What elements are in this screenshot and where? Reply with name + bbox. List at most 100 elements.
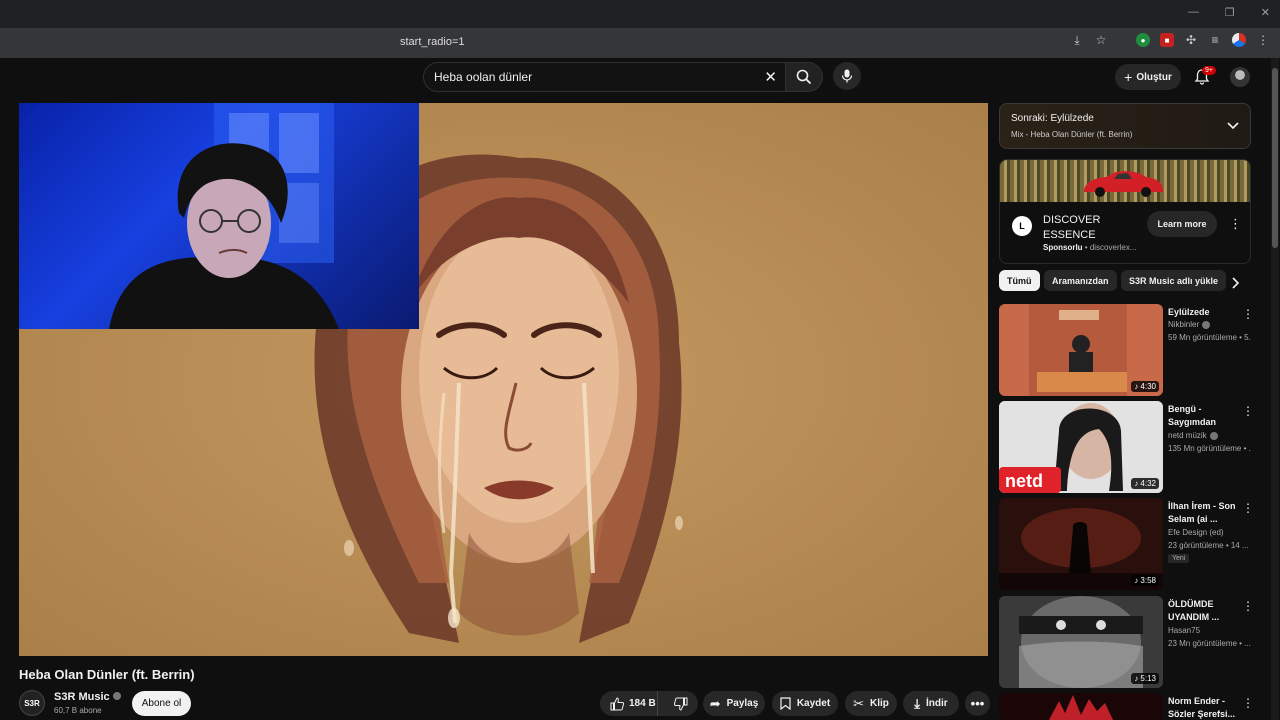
- rec-meta: 135 Mn görüntüleme • ...: [1168, 444, 1251, 453]
- chip-channel-uploads[interactable]: S3R Music adlı yükle: [1121, 270, 1227, 291]
- chevron-right-icon[interactable]: [1226, 274, 1244, 292]
- up-next-title: Sonraki: Eylülzede: [1011, 113, 1094, 124]
- duration-badge: ♪ 4:32: [1131, 478, 1159, 489]
- video-thumbnail[interactable]: ♪ 3:58: [999, 498, 1163, 590]
- search-button[interactable]: [785, 62, 823, 92]
- rec-channel-name[interactable]: Hasan75: [1168, 626, 1200, 635]
- recommendation-item[interactable]: Norm Ender - Sözler Şerefsi... ⋮: [999, 693, 1251, 720]
- video-thumbnail[interactable]: ♪ 5:13: [999, 596, 1163, 688]
- extensions-puzzle-icon[interactable]: ✣: [1184, 33, 1198, 47]
- chip-all[interactable]: Tümü: [999, 270, 1040, 291]
- more-actions-button[interactable]: •••: [965, 691, 990, 716]
- search-query[interactable]: Heba oolan dünler: [434, 70, 532, 84]
- create-label: Oluştur: [1136, 71, 1172, 83]
- download-label: İndir: [926, 698, 948, 709]
- chrome-menu-icon[interactable]: ⋮: [1256, 33, 1270, 47]
- save-label: Kaydet: [796, 698, 831, 709]
- rec-channel-name[interactable]: Nikbinler: [1168, 320, 1199, 329]
- page-scrollbar[interactable]: [1271, 58, 1279, 720]
- rec-menu-icon[interactable]: ⋮: [1242, 697, 1251, 709]
- install-app-icon[interactable]: ⤓: [1070, 33, 1084, 47]
- channel-name[interactable]: S3R Music: [54, 691, 121, 703]
- new-badge: Yeni: [1168, 554, 1190, 563]
- save-button[interactable]: Kaydet: [772, 691, 838, 716]
- like-button[interactable]: 184 B: [600, 691, 659, 716]
- video-thumbnail[interactable]: [999, 693, 1163, 720]
- clear-search-icon[interactable]: ✕: [764, 68, 777, 86]
- media-control-icon[interactable]: ≡: [1208, 33, 1222, 47]
- search-input[interactable]: Heba oolan dünler ✕: [423, 62, 787, 92]
- music-note-icon: ♪: [1134, 479, 1139, 488]
- learn-more-button[interactable]: Learn more: [1147, 211, 1217, 237]
- thumbs-down-icon: [674, 697, 688, 711]
- user-avatar[interactable]: [1230, 67, 1250, 87]
- rec-menu-icon[interactable]: ⋮: [1242, 405, 1254, 417]
- rec-title[interactable]: ÖLDÜMDE UYANDIM ...: [1168, 598, 1240, 624]
- rec-title[interactable]: İlhan İrem - Son Selam (ai ...: [1168, 500, 1240, 526]
- verified-icon: [1209, 431, 1218, 440]
- bookmark-star-icon[interactable]: ☆: [1094, 33, 1108, 47]
- thumbs-up-icon: [610, 696, 624, 710]
- duration: 4:32: [1140, 479, 1156, 488]
- scrollbar-thumb[interactable]: [1272, 68, 1278, 248]
- rec-channel-name[interactable]: Efe Design (ed): [1168, 528, 1224, 537]
- verified-icon: [112, 692, 121, 700]
- voice-search-button[interactable]: [833, 62, 861, 90]
- recommendation-item[interactable]: ♪ 4:30 Eylülzede Nikbinler 59 Mn görüntül…: [999, 304, 1254, 396]
- recommendation-item[interactable]: netd ♪ 4:32 Bengü - Saygımdan netd müzik …: [999, 401, 1254, 493]
- search-icon: [796, 69, 812, 85]
- rec-title[interactable]: Eylülzede: [1168, 306, 1240, 319]
- recommendation-item[interactable]: ♪ 5:13 ÖLDÜMDE UYANDIM ... Hasan75 23 Mn …: [999, 596, 1254, 688]
- share-button[interactable]: ➦ Paylaş: [703, 691, 765, 716]
- subscribe-button[interactable]: Abone ol: [132, 691, 191, 716]
- rec-title[interactable]: Norm Ender - Sözler Şerefsi...: [1168, 695, 1240, 720]
- create-button[interactable]: + Oluştur: [1115, 64, 1181, 90]
- rec-channel[interactable]: Hasan75: [1168, 626, 1200, 635]
- sponsored-ad-card[interactable]: L DISCOVER ESSENCE Sponsorlu • discoverl…: [999, 159, 1251, 264]
- rec-channel[interactable]: Efe Design (ed): [1168, 528, 1224, 537]
- ad-menu-icon[interactable]: ⋮: [1229, 217, 1242, 230]
- profile-icon[interactable]: [1232, 33, 1246, 47]
- download-button[interactable]: ⤓ İndir: [903, 691, 959, 716]
- thumbnail-art: [999, 693, 1163, 720]
- extension-green-icon[interactable]: ●: [1136, 33, 1150, 47]
- rec-channel[interactable]: netd müzik: [1168, 431, 1218, 440]
- music-note-icon: ♪: [1134, 674, 1139, 683]
- channel-avatar[interactable]: S3R: [19, 690, 45, 716]
- chevron-down-icon[interactable]: [1226, 118, 1240, 132]
- extension-red-icon[interactable]: ■: [1160, 33, 1174, 47]
- close-window-icon[interactable]: ✕: [1261, 6, 1270, 19]
- duration: 3:58: [1140, 576, 1156, 585]
- rec-menu-icon[interactable]: ⋮: [1242, 600, 1254, 612]
- recommendation-item[interactable]: ♪ 3:58 İlhan İrem - Son Selam (ai ... Efe…: [999, 498, 1254, 590]
- url-text[interactable]: start_radio=1: [400, 36, 465, 48]
- like-count: 184 B: [629, 698, 656, 709]
- like-dislike-group: 184 B: [600, 691, 698, 716]
- ad-title: DISCOVER ESSENCE: [1043, 214, 1101, 241]
- notification-badge: 9+: [1202, 66, 1216, 75]
- restore-icon[interactable]: ❐: [1225, 6, 1235, 19]
- up-next-panel[interactable]: Sonraki: Eylülzede Mix - Heba Olan Dünle…: [999, 103, 1251, 149]
- duration-badge: ♪ 3:58: [1131, 575, 1159, 586]
- rec-title[interactable]: Bengü - Saygımdan: [1168, 403, 1240, 429]
- video-thumbnail[interactable]: netd ♪ 4:32: [999, 401, 1163, 493]
- rec-channel[interactable]: Nikbinler: [1168, 320, 1211, 329]
- rec-menu-icon[interactable]: ⋮: [1242, 502, 1254, 514]
- duration: 4:30: [1140, 382, 1156, 391]
- video-player[interactable]: [19, 103, 988, 656]
- plus-icon: +: [1124, 69, 1133, 85]
- dislike-button[interactable]: [664, 697, 698, 711]
- video-thumbnail[interactable]: ♪ 4:30: [999, 304, 1163, 396]
- video-title: Heba Olan Dünler (ft. Berrin): [19, 667, 195, 682]
- filter-chips: Tümü Aramanızdan S3R Music adlı yükle: [999, 270, 1251, 292]
- chip-from-search[interactable]: Aramanızdan: [1044, 270, 1117, 291]
- rec-menu-icon[interactable]: ⋮: [1242, 308, 1254, 320]
- minimize-icon[interactable]: —: [1188, 6, 1199, 19]
- browser-tab-strip: — ❐ ✕: [0, 0, 1280, 28]
- channel-name-text[interactable]: S3R Music: [54, 691, 110, 703]
- rec-channel-name[interactable]: netd müzik: [1168, 431, 1207, 440]
- address-bar[interactable]: start_radio=1 ⤓ ☆ ● ■ ✣ ≡ ⋮: [0, 28, 1280, 58]
- microphone-icon: [841, 69, 853, 83]
- youtube-header: Heba oolan dünler ✕ + Oluştur 9+: [0, 58, 1280, 98]
- clip-button[interactable]: ✂ Klip: [845, 691, 897, 716]
